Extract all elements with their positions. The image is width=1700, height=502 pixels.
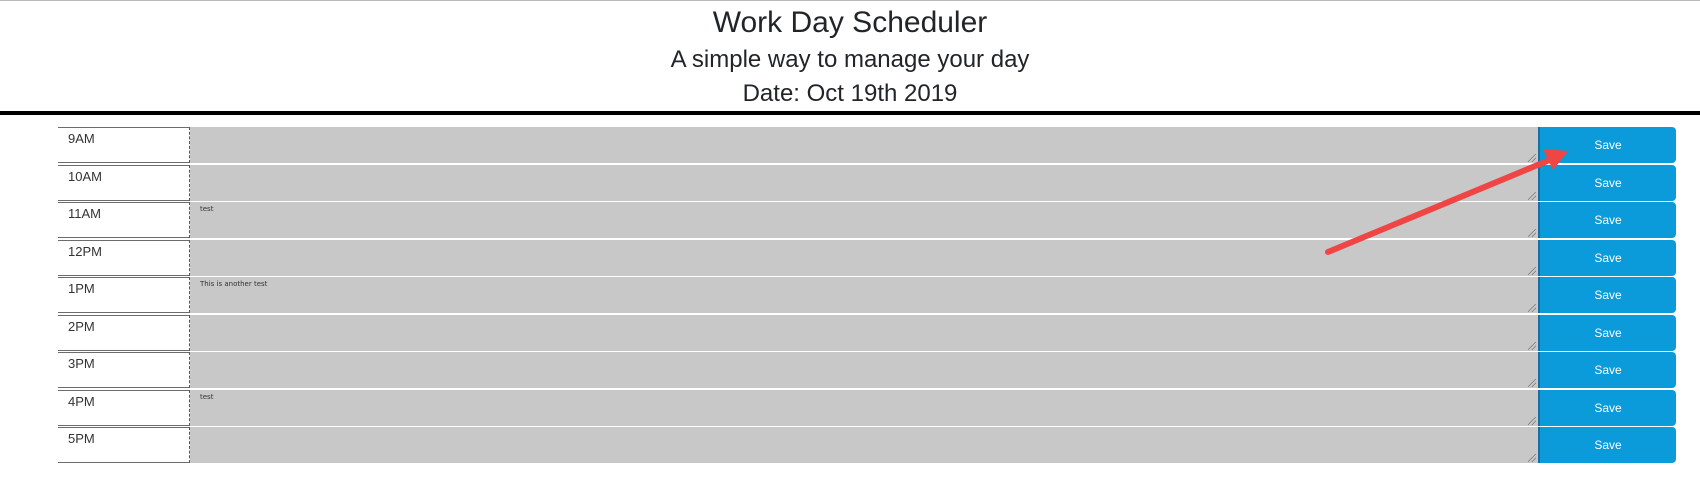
event-textarea[interactable] xyxy=(190,352,1540,388)
save-button[interactable]: Save xyxy=(1540,202,1676,238)
page: Work Day Scheduler A simple way to manag… xyxy=(0,0,1700,502)
time-block-row: 11AM test Save xyxy=(58,202,1676,238)
hour-label: 12PM xyxy=(58,239,190,276)
resize-grip-icon[interactable] xyxy=(1528,454,1536,462)
time-block-row: 2PM Save xyxy=(58,314,1676,351)
event-textarea[interactable] xyxy=(190,314,1540,351)
hour-label: 3PM xyxy=(58,352,190,388)
resize-grip-icon[interactable] xyxy=(1528,341,1536,350)
save-button[interactable]: Save xyxy=(1540,314,1676,351)
hour-label: 4PM xyxy=(58,389,190,426)
hour-label: 5PM xyxy=(58,427,190,463)
hour-label: 1PM xyxy=(58,277,190,313)
save-button[interactable]: Save xyxy=(1540,277,1676,313)
resize-grip-icon[interactable] xyxy=(1528,304,1536,312)
event-textarea[interactable]: This is another test xyxy=(190,277,1540,313)
event-textarea[interactable] xyxy=(190,239,1540,276)
time-block-row: 9AM Save xyxy=(58,127,1676,163)
hour-label: 2PM xyxy=(58,314,190,351)
save-button[interactable]: Save xyxy=(1540,352,1676,388)
event-textarea[interactable]: test xyxy=(190,389,1540,426)
time-block-row: 1PM This is another test Save xyxy=(58,277,1676,313)
current-date: Date: Oct 19th 2019 xyxy=(742,80,958,107)
event-text: test xyxy=(200,392,214,401)
hour-label: 10AM xyxy=(58,164,190,201)
time-block-row: 4PM test Save xyxy=(58,389,1676,426)
resize-grip-icon[interactable] xyxy=(1528,154,1536,162)
resize-grip-icon[interactable] xyxy=(1528,379,1536,387)
save-button[interactable]: Save xyxy=(1540,127,1676,163)
hour-label: 9AM xyxy=(58,127,190,163)
event-text: This is another test xyxy=(200,280,268,288)
save-button[interactable]: Save xyxy=(1540,389,1676,426)
event-textarea[interactable] xyxy=(190,427,1540,463)
page-subtitle: A simple way to manage your day xyxy=(670,46,1030,73)
event-textarea[interactable] xyxy=(190,164,1540,201)
time-block-row: 5PM Save xyxy=(58,427,1676,463)
page-title: Work Day Scheduler xyxy=(712,6,988,39)
save-button[interactable]: Save xyxy=(1540,427,1676,463)
save-button[interactable]: Save xyxy=(1540,239,1676,276)
resize-grip-icon[interactable] xyxy=(1528,266,1536,275)
event-textarea[interactable] xyxy=(190,127,1540,163)
time-block-row: 12PM Save xyxy=(58,239,1676,276)
save-button[interactable]: Save xyxy=(1540,164,1676,201)
event-textarea[interactable]: test xyxy=(190,202,1540,238)
hour-label: 11AM xyxy=(58,202,190,238)
header: Work Day Scheduler A simple way to manag… xyxy=(0,1,1700,115)
time-block-row: 3PM Save xyxy=(58,352,1676,388)
resize-grip-icon[interactable] xyxy=(1528,191,1536,200)
time-block-row: 10AM Save xyxy=(58,164,1676,201)
resize-grip-icon[interactable] xyxy=(1528,416,1536,425)
event-text: test xyxy=(200,205,214,213)
schedule: 9AM Save 10AM Save 11AM test Save 12PM S… xyxy=(58,127,1676,465)
resize-grip-icon[interactable] xyxy=(1528,229,1536,237)
